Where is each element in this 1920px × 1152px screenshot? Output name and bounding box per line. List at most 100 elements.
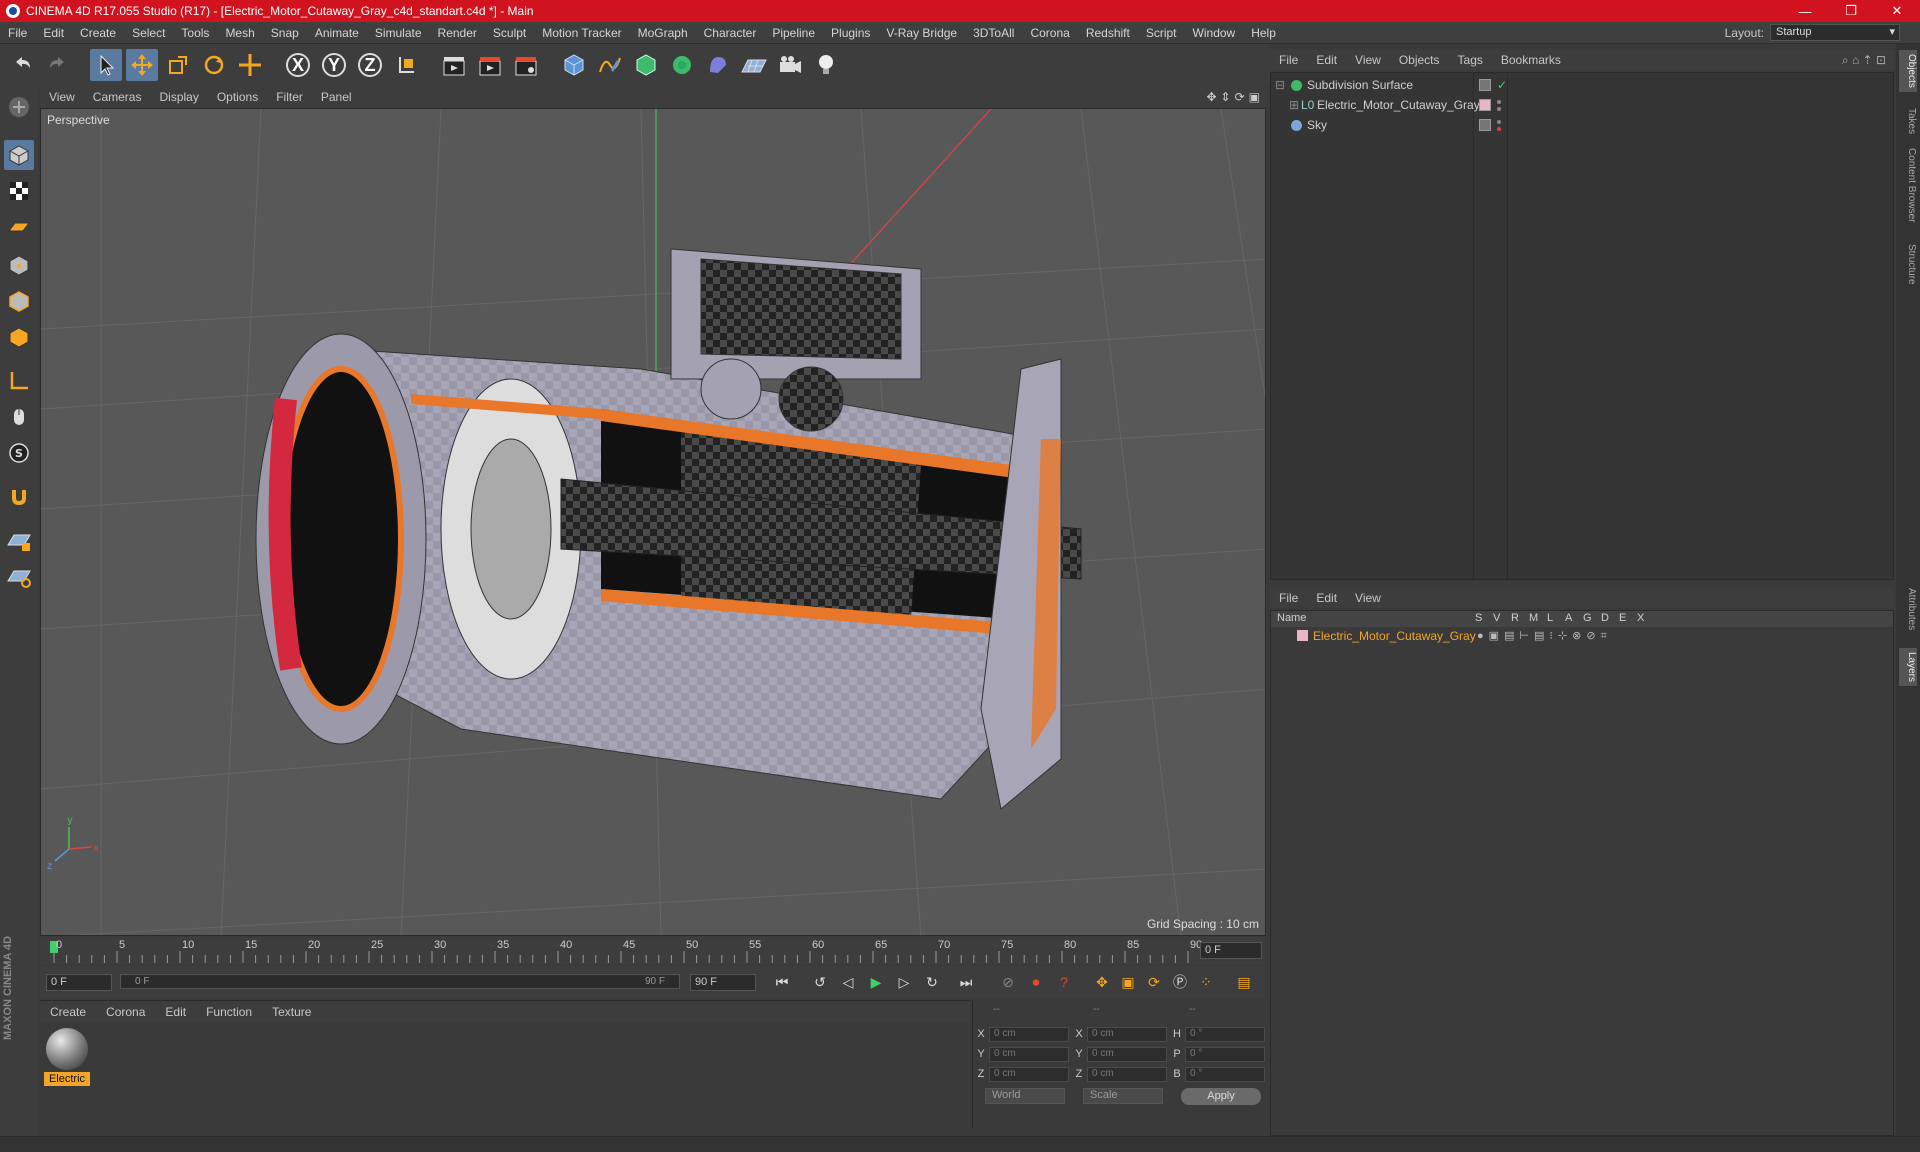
editor-visibility-dot[interactable] (1497, 120, 1501, 124)
make-editable-button[interactable] (4, 92, 34, 122)
menu-mesh[interactable]: Mesh (217, 26, 262, 40)
previous-frame-button[interactable]: ◁ (836, 970, 860, 994)
tab-structure[interactable]: Structure (1899, 240, 1917, 289)
menu-corona[interactable]: Corona (1022, 26, 1077, 40)
viewport-menu-display[interactable]: Display (150, 90, 207, 104)
layer-color-swatch[interactable] (1297, 630, 1308, 641)
layer-row[interactable]: Electric_Motor_Cutaway_Gray ●▣▤⊢▤⁝⊹⊗⊘⌗ (1271, 627, 1893, 645)
coordinate-system-button[interactable] (390, 49, 422, 81)
menu-vray-bridge[interactable]: V-Ray Bridge (878, 26, 965, 40)
position-y-field[interactable]: 0 cm (989, 1046, 1069, 1062)
tab-content-browser[interactable]: Content Browser (1899, 144, 1917, 226)
add-floor-button[interactable] (738, 49, 770, 81)
next-key-button[interactable]: ↻ (920, 970, 944, 994)
object-row-subdivision-surface[interactable]: ⊟ Subdivision Surface ✓ (1271, 75, 1893, 95)
viewport-menu-filter[interactable]: Filter (267, 90, 312, 104)
add-light-button[interactable] (810, 49, 842, 81)
menu-animate[interactable]: Animate (307, 26, 367, 40)
viewport-camera-label[interactable]: Perspective (47, 113, 110, 127)
tweak-mode-button[interactable] (4, 402, 34, 432)
size-x-field[interactable]: 0 cm (1087, 1026, 1167, 1042)
menu-file[interactable]: File (0, 26, 35, 40)
add-spline-button[interactable] (594, 49, 626, 81)
menu-help[interactable]: Help (1243, 26, 1284, 40)
recent-tool-button[interactable] (234, 49, 266, 81)
go-to-end-button[interactable]: ⏭ (954, 970, 978, 994)
position-x-field[interactable]: 0 cm (989, 1026, 1069, 1042)
lm-menu-view[interactable]: View (1346, 591, 1390, 605)
axis-mode-button[interactable] (4, 366, 34, 396)
material-menu-corona[interactable]: Corona (96, 1005, 155, 1019)
preview-range-slider[interactable]: 0 F 90 F (120, 974, 680, 989)
snap-button[interactable]: S (4, 438, 34, 468)
menu-motion-tracker[interactable]: Motion Tracker (534, 26, 629, 40)
menu-script[interactable]: Script (1138, 26, 1185, 40)
menu-plugins[interactable]: Plugins (823, 26, 878, 40)
key-scale-button[interactable]: ▣ (1116, 970, 1140, 994)
om-menu-bookmarks[interactable]: Bookmarks (1492, 53, 1570, 67)
maximize-button[interactable]: ❐ (1828, 0, 1874, 22)
tab-takes[interactable]: Takes (1899, 104, 1917, 138)
electric-motor-model[interactable] (255, 248, 1082, 810)
viewport-menu-view[interactable]: View (40, 90, 84, 104)
menu-pipeline[interactable]: Pipeline (764, 26, 823, 40)
current-frame-field[interactable]: 0 F (1200, 942, 1262, 959)
x-axis-lock-button[interactable]: X (282, 49, 314, 81)
key-pla-button[interactable]: ⁘ (1194, 970, 1218, 994)
menu-select[interactable]: Select (124, 26, 173, 40)
viewport-menu-panel[interactable]: Panel (312, 90, 361, 104)
scale-tool-button[interactable] (162, 49, 194, 81)
object-row-electric-motor[interactable]: ⊞ L0 Electric_Motor_Cutaway_Gray (1271, 95, 1893, 115)
next-frame-button[interactable]: ▷ (892, 970, 916, 994)
render-to-picture-viewer-button[interactable] (474, 49, 506, 81)
menu-redshift[interactable]: Redshift (1078, 26, 1138, 40)
start-frame-field[interactable]: 0 F (46, 974, 112, 991)
visibility-tag[interactable] (1479, 119, 1491, 131)
menu-simulate[interactable]: Simulate (367, 26, 430, 40)
z-axis-lock-button[interactable]: Z (354, 49, 386, 81)
end-frame-field[interactable]: 90 F (690, 974, 756, 991)
viewport-menu-cameras[interactable]: Cameras (84, 90, 151, 104)
key-parameter-button[interactable]: Ⓟ (1168, 970, 1192, 994)
menu-create[interactable]: Create (72, 26, 124, 40)
om-menu-file[interactable]: File (1270, 53, 1307, 67)
material-menu-create[interactable]: Create (40, 1005, 96, 1019)
lm-menu-file[interactable]: File (1270, 591, 1307, 605)
material-menu-edit[interactable]: Edit (155, 1005, 196, 1019)
go-to-start-button[interactable]: ⏮ (770, 970, 794, 994)
timeline-ruler[interactable]: 0 5 10 15 20 25 30 35 40 45 50 55 60 65 70 75 80 85 90 0 F (40, 937, 1266, 965)
play-button[interactable]: ▶ (864, 970, 888, 994)
layer-color-tag[interactable] (1479, 99, 1491, 111)
previous-key-button[interactable]: ↺ (808, 970, 832, 994)
om-menu-tags[interactable]: Tags (1449, 53, 1492, 67)
om-menu-edit[interactable]: Edit (1307, 53, 1346, 67)
add-subdivision-button[interactable] (630, 49, 662, 81)
object-row-sky[interactable]: Sky (1271, 115, 1893, 135)
workplane-mode-button[interactable] (4, 212, 34, 242)
add-deformer-button[interactable] (702, 49, 734, 81)
magnet-button[interactable] (4, 482, 34, 512)
size-z-field[interactable]: 0 cm (1087, 1066, 1167, 1082)
material-menu-function[interactable]: Function (196, 1005, 262, 1019)
pan-icon[interactable]: ✥ (1206, 90, 1216, 104)
menu-mograph[interactable]: MoGraph (630, 26, 696, 40)
rotation-p-field[interactable]: 0 ° (1185, 1046, 1265, 1062)
rotate-tool-button[interactable] (198, 49, 230, 81)
live-selection-button[interactable] (90, 49, 122, 81)
add-cloner-button[interactable] (666, 49, 698, 81)
menu-render[interactable]: Render (430, 26, 485, 40)
move-tool-button[interactable] (126, 49, 158, 81)
render-visibility-dot[interactable] (1497, 107, 1501, 111)
texture-mode-button[interactable] (4, 176, 34, 206)
timeline-button[interactable]: ▤ (1232, 970, 1256, 994)
polygons-mode-button[interactable] (4, 322, 34, 352)
menu-3dtoall[interactable]: 3DToAll (965, 26, 1022, 40)
tab-attributes[interactable]: Attributes (1899, 584, 1917, 634)
lock-workplane-button[interactable] (4, 526, 34, 556)
coordinate-space-dropdown[interactable]: World (985, 1088, 1065, 1104)
dolly-icon[interactable]: ⇕ (1221, 90, 1231, 104)
menu-edit[interactable]: Edit (35, 26, 72, 40)
rotation-h-field[interactable]: 0 ° (1185, 1026, 1265, 1042)
material-swatch[interactable]: Electric (42, 1024, 92, 1090)
menu-snap[interactable]: Snap (263, 26, 307, 40)
